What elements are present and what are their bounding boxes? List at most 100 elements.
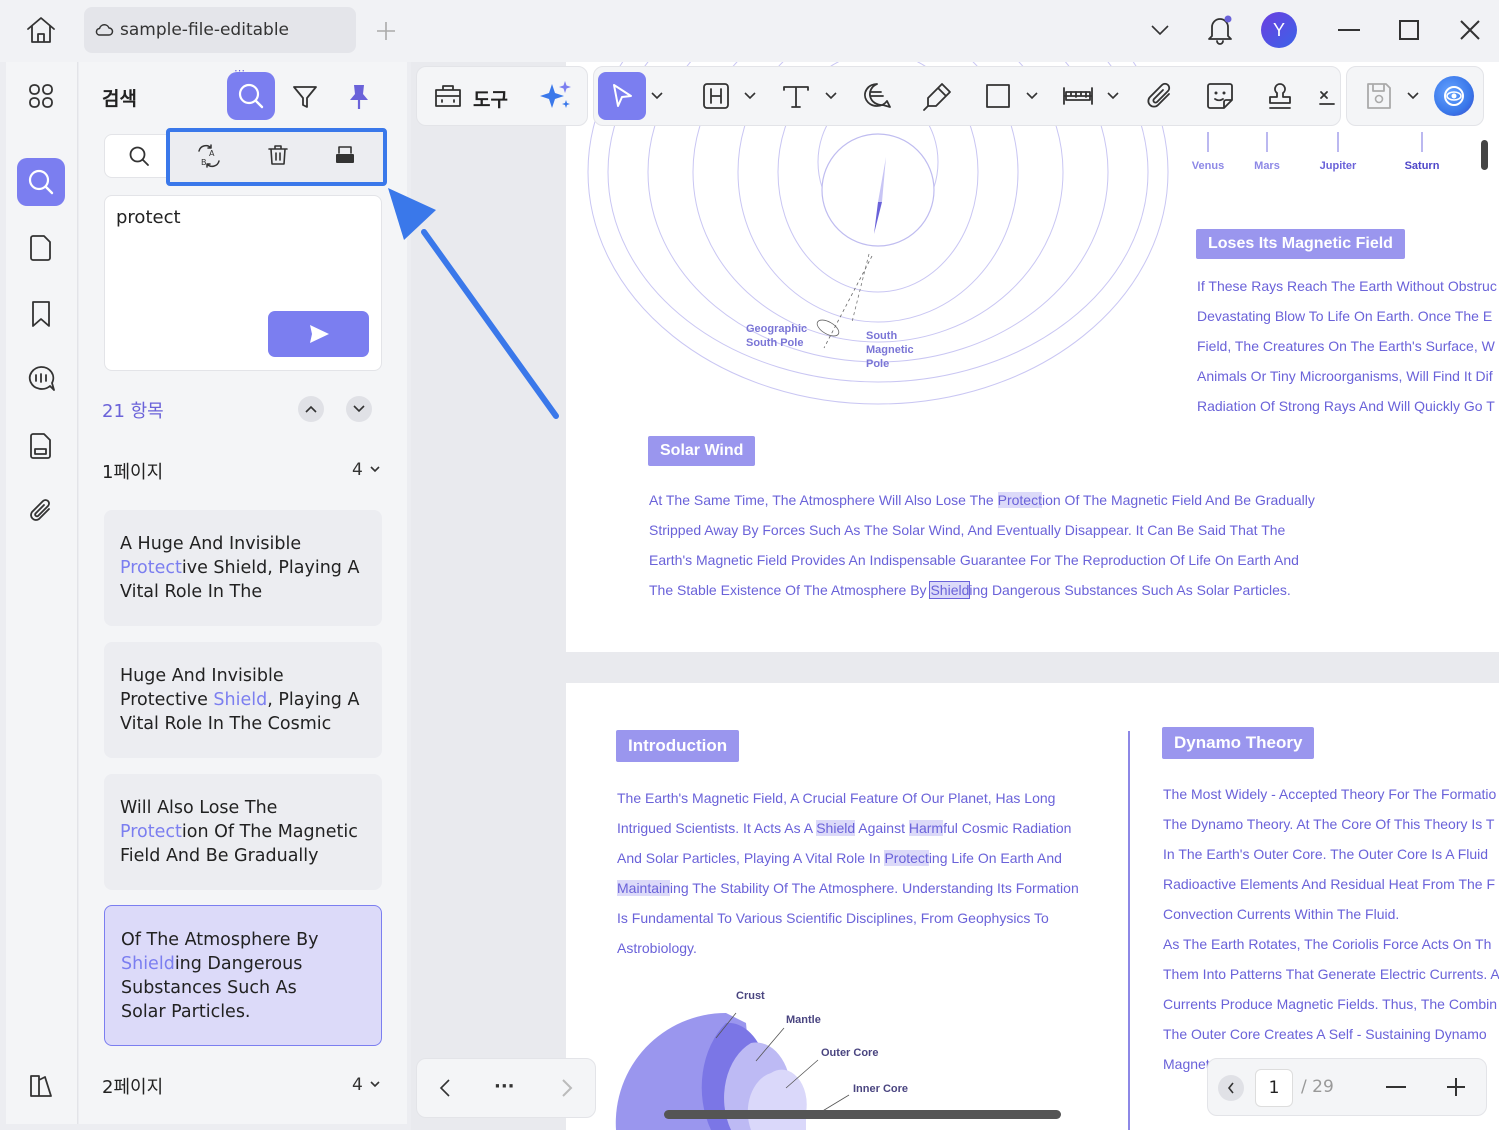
attachment-icon[interactable] xyxy=(1144,80,1176,112)
filter-icon[interactable] xyxy=(290,82,320,112)
paragraph: The Earth's Magnetic Field, A Crucial Fe… xyxy=(617,783,1079,963)
page-group-label[interactable]: 2페이지 xyxy=(102,1073,163,1099)
previous-result-button[interactable] xyxy=(298,396,324,422)
select-tool-button[interactable] xyxy=(598,72,646,120)
layer-label: Inner Core xyxy=(853,1083,908,1095)
chevron-down-icon[interactable] xyxy=(369,1081,381,1089)
comments-icon[interactable] xyxy=(17,355,65,403)
chevron-down-icon[interactable] xyxy=(1150,22,1170,38)
maximize-icon[interactable] xyxy=(1399,20,1419,40)
more-options-button[interactable]: ··· xyxy=(494,1076,515,1097)
prev-page-button[interactable] xyxy=(1218,1075,1244,1101)
ai-assistant-button[interactable] xyxy=(1434,76,1474,116)
notification-bell-icon[interactable] xyxy=(1206,13,1234,45)
search-submit-button[interactable] xyxy=(268,311,369,357)
planet-label-mars: Mars xyxy=(1254,160,1280,172)
search-query-text[interactable]: protect xyxy=(116,207,181,228)
planet-label-saturn: Saturn xyxy=(1405,160,1440,172)
toolbox-icon[interactable] xyxy=(432,80,464,112)
new-tab-icon[interactable] xyxy=(376,21,396,41)
page-icon[interactable] xyxy=(17,224,65,272)
text-line: Animals Or Tiny Microorganisms, Will Fin… xyxy=(1197,368,1493,384)
search-result-card[interactable]: A Huge And Invisible Protective Shield, … xyxy=(104,510,382,626)
search-mode-button[interactable] xyxy=(227,72,275,120)
document-tab[interactable]: sample-file-editable xyxy=(84,7,356,53)
page-group-label[interactable]: 1페이지 xyxy=(102,458,163,484)
chevron-down-icon[interactable] xyxy=(825,92,837,100)
attachment-icon[interactable] xyxy=(17,487,65,535)
chevron-down-icon[interactable] xyxy=(1407,92,1419,100)
zoom-in-icon[interactable] xyxy=(1446,1077,1466,1097)
close-icon[interactable] xyxy=(1459,19,1481,41)
horizontal-scrollbar[interactable] xyxy=(664,1110,1061,1119)
minimize-icon[interactable] xyxy=(1338,29,1360,31)
search-icon[interactable] xyxy=(128,145,150,167)
chevron-right-icon[interactable] xyxy=(560,1078,574,1098)
pointer-arrow xyxy=(388,188,559,419)
delete-icon[interactable] xyxy=(266,143,290,167)
signature-icon[interactable] xyxy=(1318,84,1336,108)
text-line: Convection Currents Within The Fluid. xyxy=(1163,906,1400,922)
chevron-down-icon[interactable] xyxy=(1107,92,1119,100)
paragraph: If These Rays Reach The Earth Without Ob… xyxy=(1197,271,1497,421)
result-match: Shield xyxy=(121,954,175,974)
search-result-card[interactable]: Will Also Lose The Protection Of The Mag… xyxy=(104,774,382,890)
chevron-down-icon[interactable] xyxy=(744,92,756,100)
heading-tool-icon[interactable] xyxy=(700,80,732,112)
shape-tool-icon[interactable] xyxy=(982,80,1014,112)
vertical-scrollbar[interactable] xyxy=(1481,140,1488,170)
text-line: Them Into Patterns That Generate Electri… xyxy=(1163,966,1499,982)
home-icon[interactable] xyxy=(24,14,58,46)
search-result-card[interactable]: Huge And Invisible Protective Shield, Pl… xyxy=(104,642,382,758)
sticker-icon[interactable] xyxy=(1204,80,1236,112)
thumbnails-icon[interactable] xyxy=(17,72,65,120)
results-count: 21 항목 xyxy=(102,401,164,422)
search-match-highlight[interactable]: Protect xyxy=(997,492,1042,508)
result-match: Protect xyxy=(120,822,182,842)
pencil-tool-icon[interactable] xyxy=(922,80,954,112)
search-match-highlight[interactable]: Maintain xyxy=(617,880,670,896)
chevron-down-icon[interactable] xyxy=(369,466,381,474)
ai-assistant-icon xyxy=(1444,86,1464,106)
search-result-card-selected[interactable]: Of The Atmosphere By Shielding Dangerous… xyxy=(104,905,382,1046)
comment-tool-icon[interactable] xyxy=(861,80,893,112)
chevron-left-icon[interactable] xyxy=(438,1078,452,1098)
left-rail xyxy=(6,62,78,1124)
send-icon xyxy=(309,325,329,343)
theme-icon[interactable] xyxy=(17,1062,65,1110)
text-tool-icon[interactable] xyxy=(780,80,812,112)
search-match-highlight[interactable]: Protect xyxy=(884,850,929,866)
diagram-label: South Pole xyxy=(746,337,803,349)
text-line: Is Fundamental To Various Scientific Dis… xyxy=(617,910,1049,926)
chevron-down-icon[interactable] xyxy=(651,92,663,100)
page-number-input[interactable]: 1 xyxy=(1255,1069,1293,1107)
result-text: Of The Atmosphere By xyxy=(121,930,319,950)
tools-label[interactable]: 도구 xyxy=(473,85,508,112)
stamp-icon[interactable] xyxy=(1264,80,1296,112)
next-result-button[interactable] xyxy=(346,396,372,422)
replace-icon[interactable]: AB xyxy=(196,144,222,168)
text-line: Field, The Creatures On The Earth's Surf… xyxy=(1197,338,1495,354)
search-match-highlight[interactable]: Shield xyxy=(816,820,856,836)
search-match-highlight[interactable]: Harm xyxy=(908,820,944,836)
pin-icon[interactable] xyxy=(345,82,373,112)
chevron-down-icon[interactable] xyxy=(1026,92,1038,100)
ai-sparkle-icon[interactable] xyxy=(538,78,574,114)
current-match-highlight[interactable]: Shield xyxy=(929,581,971,599)
user-avatar[interactable]: Y xyxy=(1261,12,1297,48)
search-rail-button[interactable] xyxy=(17,158,65,206)
text-line: As The Earth Rotates, The Coriolis Force… xyxy=(1163,936,1492,952)
zoom-out-icon[interactable] xyxy=(1386,1086,1406,1088)
diagram-label: Magnetic xyxy=(866,344,914,356)
redact-icon[interactable] xyxy=(333,143,357,167)
bookmark-icon[interactable] xyxy=(17,290,65,338)
svg-text:A: A xyxy=(209,149,215,158)
text-line: Maintaining The Stability Of The Atmosph… xyxy=(617,880,1079,896)
document-page-1: Venus Mars Jupiter Saturn Geographic Sou… xyxy=(566,62,1499,652)
measure-tool-icon[interactable] xyxy=(1061,80,1095,112)
paragraph: The Most Widely - Accepted Theory For Th… xyxy=(1163,779,1499,1079)
document-icon[interactable] xyxy=(17,422,65,470)
zoom-page-bar xyxy=(1207,1058,1487,1116)
diagram-label: Geographic xyxy=(746,323,807,335)
save-icon[interactable] xyxy=(1364,80,1394,112)
